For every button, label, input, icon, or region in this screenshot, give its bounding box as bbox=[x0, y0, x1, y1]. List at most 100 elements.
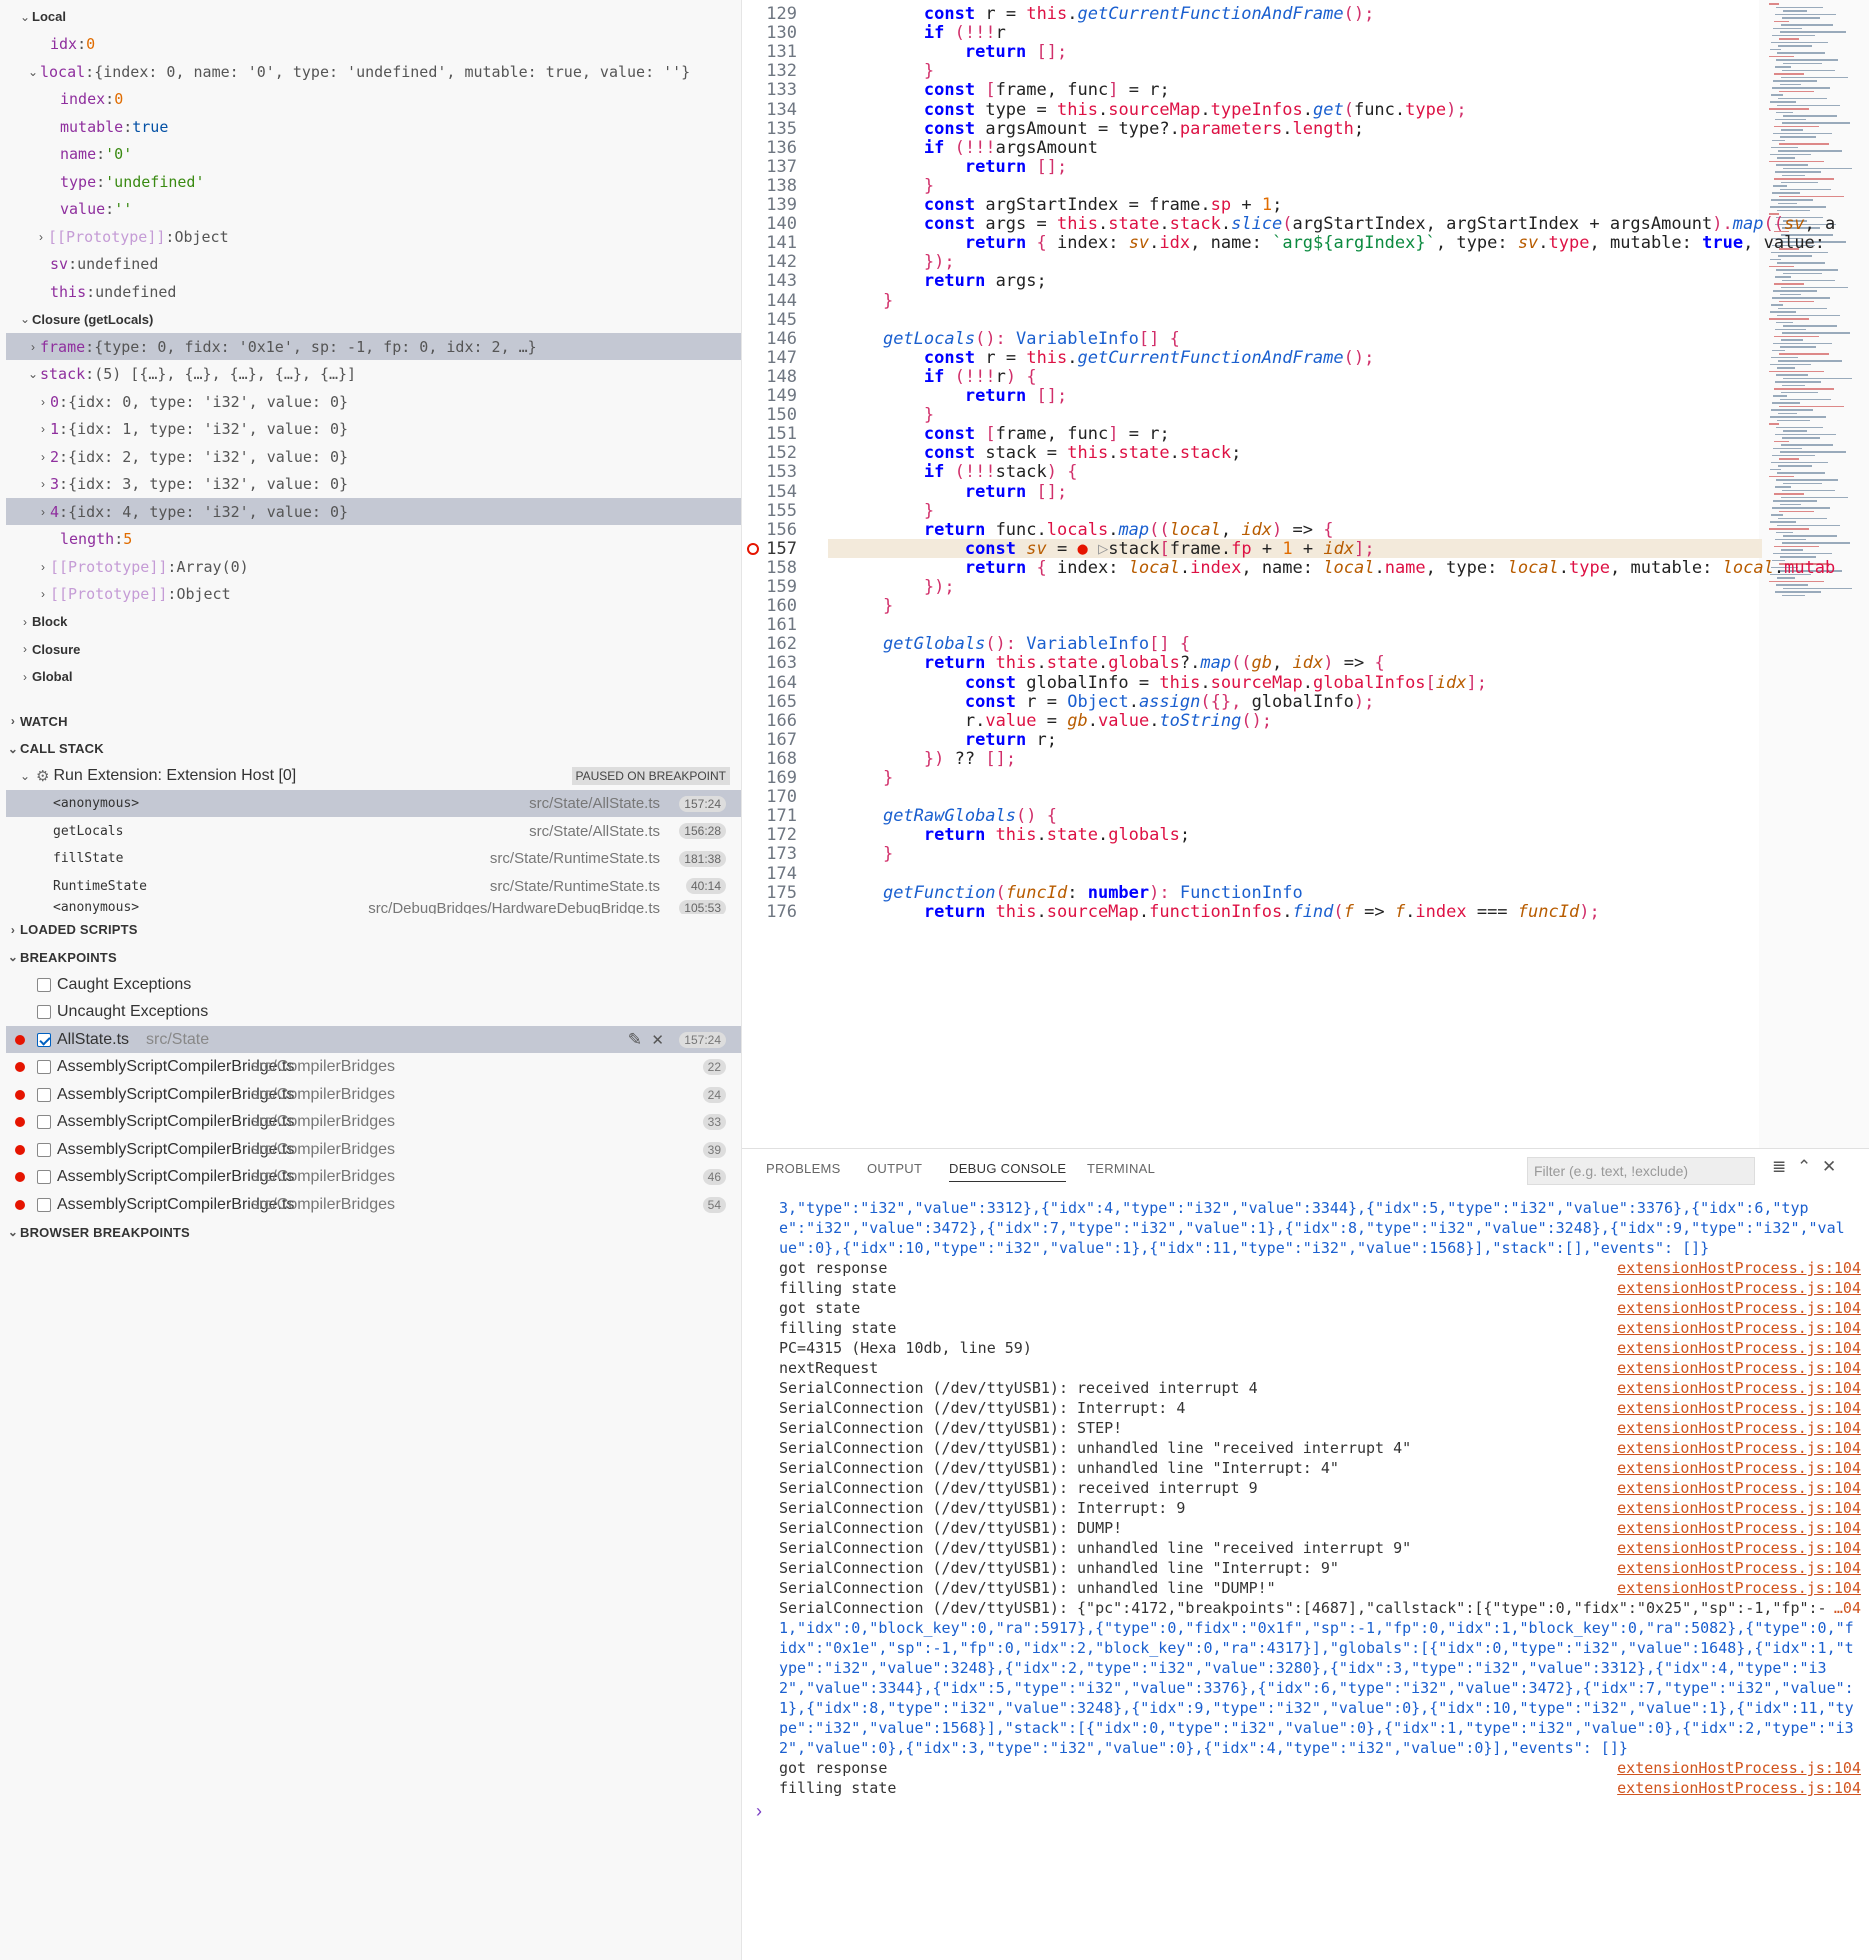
variable-row[interactable]: › [[Prototype]]: Object bbox=[6, 581, 741, 608]
variable-row[interactable]: › 2: {idx: 2, type: 'i32', value: 0} bbox=[6, 443, 741, 470]
code-editor[interactable]: 129 const r = this.getCurrentFunctionAnd… bbox=[742, 0, 1869, 1148]
console-source-link[interactable]: extensionHostProcess.js:104 bbox=[1617, 1459, 1861, 1477]
variable-row[interactable]: › [[Prototype]]: Object bbox=[6, 223, 741, 250]
call-stack-session[interactable]: ⌄ ⚙ Run Extension: Extension Host [0] PAUSE… bbox=[6, 763, 741, 790]
breakpoint-item[interactable]: AssemblyScriptCompilerBridge.ts src/Compi… bbox=[6, 1109, 741, 1136]
variable-row[interactable]: index: 0 bbox=[6, 86, 741, 113]
console-source-link[interactable]: extensionHostProcess.js:104 bbox=[1617, 1579, 1861, 1597]
stack-frame[interactable]: fillState src/State/RuntimeState.ts 181:38 bbox=[6, 845, 741, 872]
scope-block[interactable]: › Block bbox=[6, 608, 741, 635]
console-source-link[interactable]: extensionHostProcess.js:104 bbox=[1617, 1279, 1861, 1297]
token: value bbox=[1098, 710, 1150, 731]
variable-row[interactable]: type: 'undefined' bbox=[6, 168, 741, 195]
variable-row[interactable]: this: undefined bbox=[6, 278, 741, 305]
section-watch[interactable]: › WATCH bbox=[6, 708, 741, 735]
console-filter-input[interactable]: Filter (e.g. text, !exclude) bbox=[1527, 1157, 1755, 1185]
variable-row[interactable]: › 3: {idx: 3, type: 'i32', value: 0} bbox=[6, 471, 741, 498]
console-source-link[interactable]: extensionHostProcess.js:104 bbox=[1617, 1259, 1861, 1277]
breakpoint-checkbox[interactable] bbox=[37, 1170, 51, 1184]
checkbox[interactable] bbox=[37, 977, 51, 992]
console-source-link[interactable]: extensionHostProcess.js:104 bbox=[1617, 1339, 1861, 1357]
variable-row[interactable]: length: 5 bbox=[6, 526, 741, 553]
console-source-link[interactable]: extensionHostProcess.js:104 bbox=[1617, 1359, 1861, 1377]
breakpoint-item[interactable]: AssemblyScriptCompilerBridge.ts src/Compi… bbox=[6, 1191, 741, 1218]
breakpoint-dir: src/CompilerBridges bbox=[251, 1195, 396, 1213]
breakpoint-checkbox[interactable] bbox=[37, 1087, 51, 1102]
stack-frame[interactable]: <anonymous> src/State/AllState.ts 157:24 bbox=[6, 790, 741, 817]
scope-closure-getlocals[interactable]: ⌄ Closure (getLocals) bbox=[6, 306, 741, 333]
caught-exceptions[interactable]: Caught Exceptions bbox=[6, 971, 741, 998]
breakpoint-checkbox[interactable] bbox=[37, 1197, 51, 1212]
breakpoint-checkbox[interactable] bbox=[37, 1032, 51, 1047]
console-source-link[interactable]: extensionHostProcess.js:104 bbox=[1617, 1299, 1861, 1317]
variable-row[interactable]: › [[Prototype]]: Array(0) bbox=[6, 553, 741, 580]
console-source-link[interactable]: extensionHostProcess.js:104 bbox=[1617, 1379, 1861, 1397]
section-loaded-scripts[interactable]: › LOADED SCRIPTS bbox=[6, 916, 741, 943]
minimap-line bbox=[1782, 279, 1835, 281]
console-prompt-icon[interactable]: › bbox=[756, 1801, 762, 1822]
stack-frame[interactable]: <anonymous> src/DebugBridges/HardwareDebu… bbox=[6, 900, 741, 914]
variable-row[interactable]: ⌄ stack: (5) [{…}, {…}, {…}, {…}, {…}] bbox=[6, 361, 741, 388]
checkbox[interactable] bbox=[37, 1005, 51, 1019]
breakpoint-item[interactable]: AssemblyScriptCompilerBridge.ts src/Compi… bbox=[6, 1054, 741, 1081]
variable-row[interactable]: idx: 0 bbox=[6, 31, 741, 58]
line-number: 158 bbox=[766, 557, 797, 578]
section-call-stack[interactable]: ⌄ CALL STACK bbox=[6, 735, 741, 762]
console-source-link[interactable]: extensionHostProcess.js:104 bbox=[1617, 1319, 1861, 1337]
close-panel-icon[interactable]: ✕ bbox=[1822, 1157, 1836, 1177]
maximize-panel-icon[interactable]: ⌃ bbox=[1797, 1157, 1811, 1177]
token: , bbox=[1425, 214, 1436, 235]
breakpoint-item[interactable]: AssemblyScriptCompilerBridge.ts src/Compi… bbox=[6, 1136, 741, 1163]
breakpoint-checkbox[interactable] bbox=[37, 1115, 51, 1129]
variable-row[interactable]: ⌄ local: {index: 0, name: '0', type: 'und… bbox=[6, 58, 741, 85]
variable-row[interactable]: mutable: true bbox=[6, 113, 741, 140]
breakpoint-item[interactable]: AssemblyScriptCompilerBridge.ts src/Compi… bbox=[6, 1164, 741, 1191]
tab-terminal[interactable]: TERMINAL bbox=[1087, 1161, 1155, 1176]
variable-row[interactable]: › 4: {idx: 4, type: 'i32', value: 0} bbox=[6, 498, 741, 525]
variable-row[interactable]: › frame: {type: 0, fidx: '0x1e', sp: -1, … bbox=[6, 333, 741, 360]
breakpoint-checkbox[interactable] bbox=[37, 1060, 51, 1074]
console-source-link[interactable]: …04 bbox=[1834, 1599, 1861, 1617]
tab-problems[interactable]: PROBLEMS bbox=[766, 1161, 841, 1176]
console-source-link[interactable]: extensionHostProcess.js:104 bbox=[1617, 1399, 1861, 1417]
breakpoint-item[interactable]: AssemblyScriptCompilerBridge.ts src/Compi… bbox=[6, 1081, 741, 1108]
token: r bbox=[1149, 80, 1160, 101]
console-source-link[interactable]: extensionHostProcess.js:104 bbox=[1617, 1559, 1861, 1577]
code-line: if (!!!argsAmount bbox=[842, 138, 1108, 158]
scope-local[interactable]: ⌄ Local bbox=[6, 3, 741, 30]
scope-closure[interactable]: › Closure bbox=[6, 636, 741, 663]
section-browser-breakpoints[interactable]: ⌄ BROWSER BREAKPOINTS bbox=[6, 1219, 741, 1246]
scope-global[interactable]: › Global bbox=[6, 663, 741, 690]
console-source-link[interactable]: extensionHostProcess.js:104 bbox=[1617, 1759, 1861, 1777]
console-source-link[interactable]: extensionHostProcess.js:104 bbox=[1617, 1779, 1861, 1797]
console-source-link[interactable]: extensionHostProcess.js:104 bbox=[1617, 1419, 1861, 1437]
minimap-line bbox=[1769, 370, 1824, 372]
variable-row[interactable]: name: '0' bbox=[6, 141, 741, 168]
console-source-link[interactable]: extensionHostProcess.js:104 bbox=[1617, 1499, 1861, 1517]
console-source-link[interactable]: extensionHostProcess.js:104 bbox=[1617, 1519, 1861, 1537]
stack-frame[interactable]: RuntimeState src/State/RuntimeState.ts 40:… bbox=[6, 873, 741, 900]
console-source-link[interactable]: extensionHostProcess.js:104 bbox=[1617, 1479, 1861, 1497]
variable-row[interactable]: › 1: {idx: 1, type: 'i32', value: 0} bbox=[6, 416, 741, 443]
token: type bbox=[1118, 118, 1160, 139]
section-breakpoints[interactable]: ⌄ BREAKPOINTS bbox=[6, 944, 741, 971]
console-source-link[interactable]: extensionHostProcess.js:104 bbox=[1617, 1539, 1861, 1557]
uncaught-exceptions[interactable]: Uncaught Exceptions bbox=[6, 999, 741, 1026]
variable-row[interactable]: › 0: {idx: 0, type: 'i32', value: 0} bbox=[6, 388, 741, 415]
clear-console-icon[interactable]: ≣ bbox=[1772, 1157, 1786, 1177]
token: getFunction bbox=[882, 882, 996, 903]
console-source-link[interactable]: extensionHostProcess.js:104 bbox=[1617, 1439, 1861, 1457]
stack-frame[interactable]: getLocals src/State/AllState.ts 156:28 bbox=[6, 818, 741, 845]
variable-row[interactable]: sv: undefined bbox=[6, 251, 741, 278]
tab-debug-console[interactable]: DEBUG CONSOLE bbox=[949, 1161, 1067, 1182]
breakpoint-item[interactable]: AllState.ts src/State ✎ ✕ 157:24 bbox=[6, 1026, 741, 1053]
breakpoint-checkbox[interactable] bbox=[37, 1142, 51, 1157]
tab-output[interactable]: OUTPUT bbox=[867, 1161, 922, 1176]
minimap-line bbox=[1775, 591, 1821, 593]
variable-row[interactable]: value: '' bbox=[6, 196, 741, 223]
